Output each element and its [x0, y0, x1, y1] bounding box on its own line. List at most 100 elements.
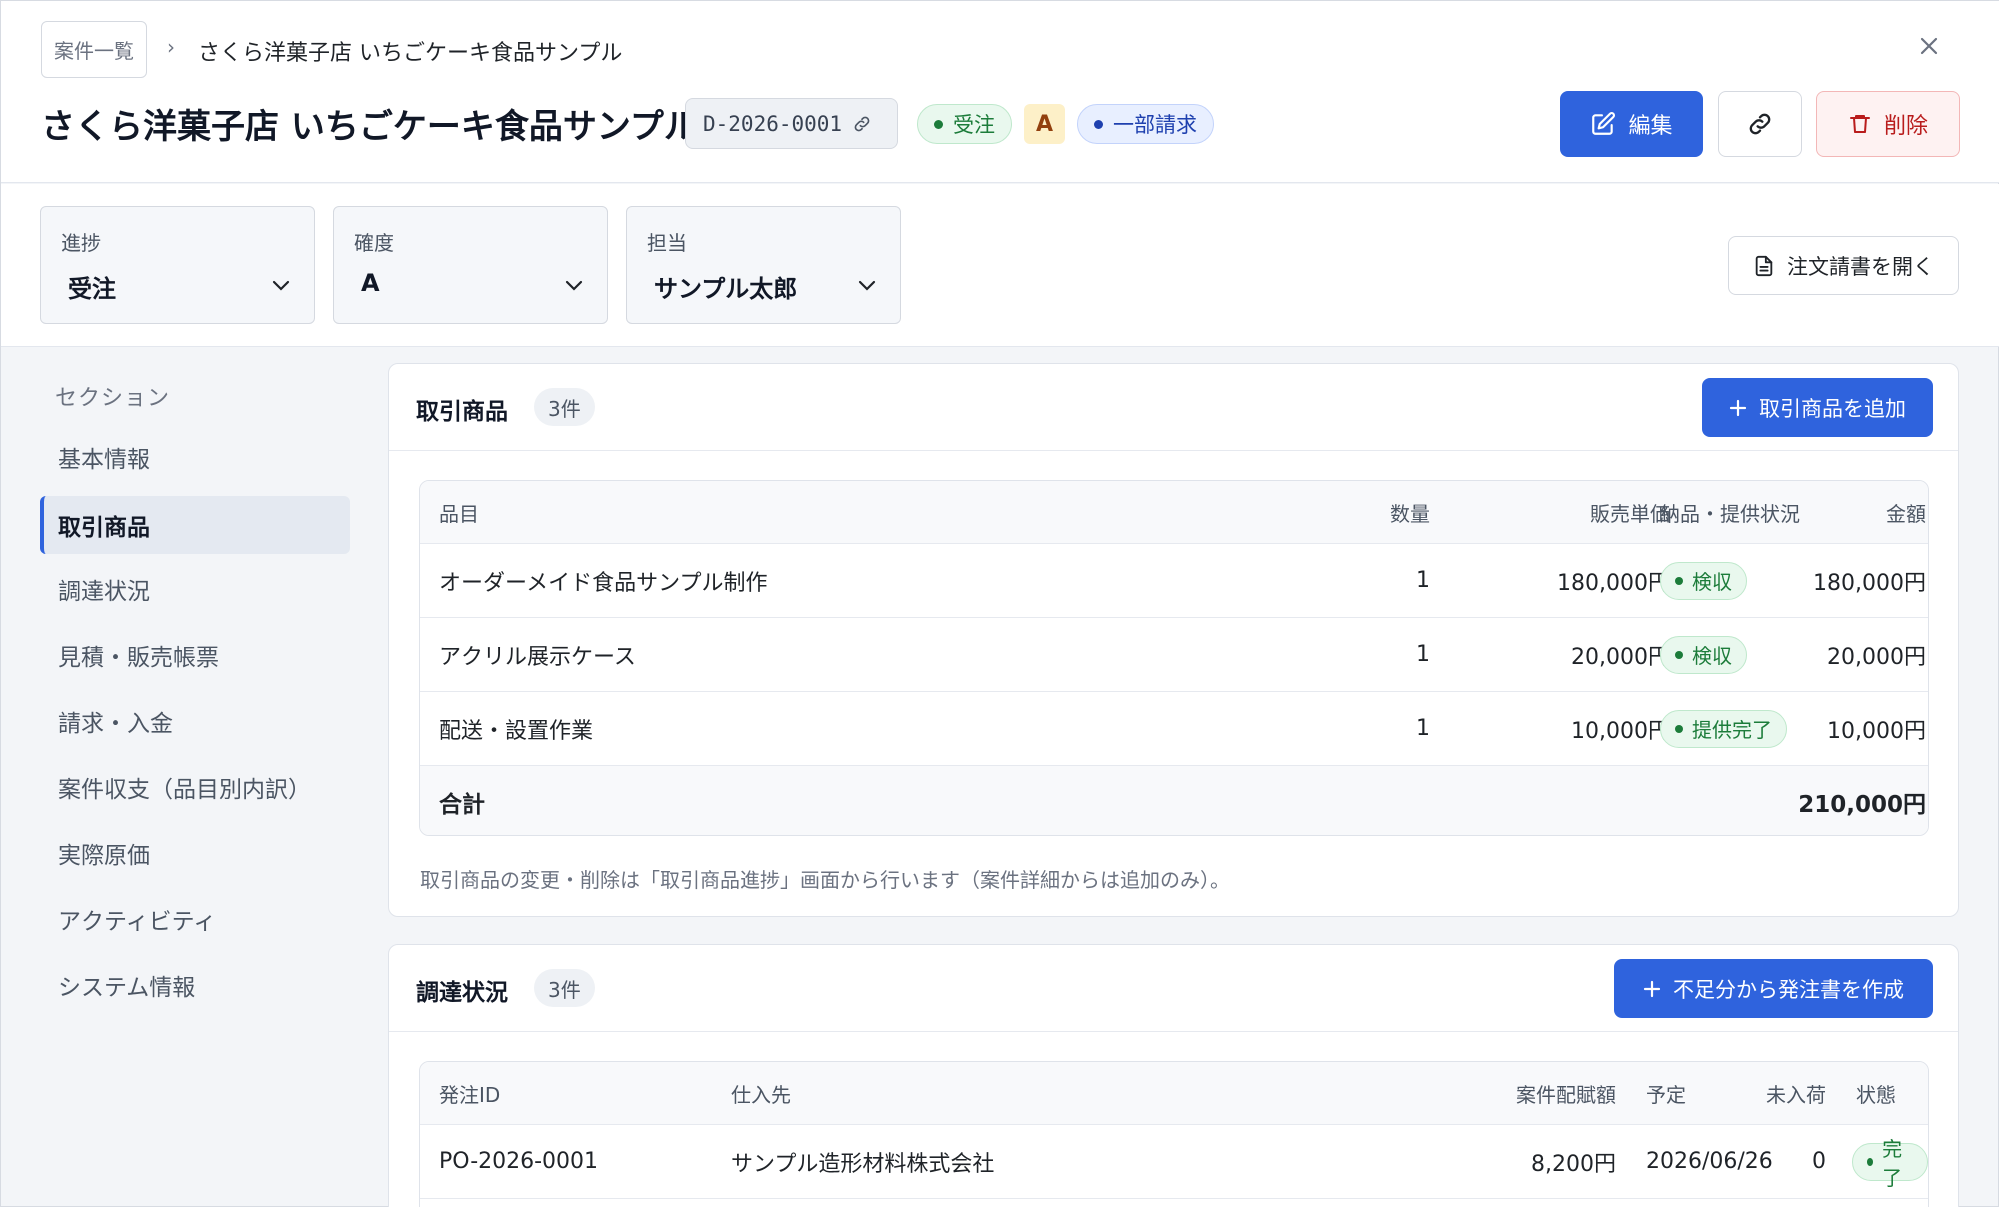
column-header-state: 状態 [1856, 1082, 1896, 1107]
certainty-select[interactable]: 確度 A [333, 206, 608, 324]
sidebar-item-profit[interactable]: 案件収支（品目別内訳） [40, 758, 350, 816]
breadcrumb-separator: › [167, 35, 175, 59]
sidebar-item-basic-info[interactable]: 基本情報 [40, 428, 350, 486]
open-order-confirmation-button[interactable]: 注文請書を開く [1728, 236, 1959, 295]
plus-icon [1643, 980, 1661, 998]
open-order-label: 注文請書を開く [1787, 254, 1934, 279]
delivery-status-cell: 検収 [1660, 544, 1747, 617]
sidebar-item-quotes[interactable]: 見積・販売帳票 [40, 626, 350, 684]
total-value: 210,000円 [1798, 791, 1926, 818]
table-row[interactable]: 配送・設置作業 1 10,000円 10,000円 提供完了 [420, 692, 1928, 766]
edit-icon [1590, 111, 1616, 137]
close-icon[interactable] [1916, 33, 1942, 59]
po-allocated: 8,200円 [1531, 1151, 1616, 1177]
procurement-title: 調達状況 [416, 980, 508, 1006]
chevron-down-icon [272, 280, 290, 292]
delivery-status-badge: 検収 [1660, 561, 1747, 600]
billing-badge-label: 一部請求 [1113, 113, 1197, 137]
delivery-status-label: 提供完了 [1692, 718, 1772, 742]
status-dot-icon [1867, 1157, 1874, 1166]
po-state-label: 完了 [1882, 1136, 1903, 1190]
column-header-supplier: 仕入先 [731, 1082, 791, 1107]
certainty-select-value: A [361, 269, 380, 297]
sidebar-item-system-info[interactable]: システム情報 [40, 956, 350, 1014]
link-icon [1746, 110, 1774, 138]
status-dot-icon [934, 119, 943, 129]
column-header-status: 納品・提供状況 [1660, 501, 1800, 526]
edit-button-label: 編集 [1628, 114, 1673, 139]
progress-select[interactable]: 進捗 受注 [40, 206, 315, 324]
delivery-status-badge: 検収 [1660, 635, 1747, 674]
chevron-down-icon [858, 280, 876, 292]
delivery-status-label: 検収 [1692, 570, 1732, 594]
create-po-label: 不足分から発注書を作成 [1673, 977, 1904, 1002]
column-header-allocated: 案件配賦額 [1516, 1082, 1616, 1107]
status-badge-label: 受注 [953, 113, 995, 137]
create-po-button[interactable]: 不足分から発注書を作成 [1614, 959, 1933, 1018]
owner-select[interactable]: 担当 サンプル太郎 [626, 206, 901, 324]
procurement-card-header: 調達状況 3件 不足分から発注書を作成 [389, 945, 1958, 1032]
delivery-status-cell: 提供完了 [1660, 692, 1787, 765]
status-badge: 受注 [917, 104, 1012, 144]
procurement-count-badge: 3件 [534, 969, 595, 1007]
sidebar-heading: セクション [55, 386, 171, 411]
section-sidebar: セクション 基本情報 取引商品 調達状況 見積・販売帳票 請求・入金 案件収支（… [1, 348, 371, 1207]
sidebar-item-products[interactable]: 取引商品 [40, 496, 350, 554]
trash-icon [1848, 112, 1872, 136]
po-state-badge: 完了 [1852, 1137, 1928, 1190]
add-product-label: 取引商品を追加 [1759, 396, 1906, 421]
po-supplier: サンプル造形材料株式会社 [731, 1151, 995, 1177]
products-title: 取引商品 [416, 399, 508, 425]
delivery-status-cell: 検収 [1660, 618, 1747, 691]
sidebar-item-actual-cost[interactable]: 実際原価 [40, 824, 350, 882]
delivery-status-badge: 提供完了 [1660, 709, 1787, 748]
rank-badge: A [1024, 104, 1065, 144]
po-state-cell: 完了 [1852, 1125, 1928, 1198]
document-icon [1753, 254, 1775, 278]
progress-select-label: 進捗 [61, 231, 101, 255]
column-header-item: 品目 [439, 501, 479, 526]
status-dot-icon [1675, 724, 1683, 733]
chevron-down-icon [565, 280, 583, 292]
progress-select-value: 受注 [68, 275, 116, 303]
owner-select-label: 担当 [647, 231, 687, 255]
status-dot-icon [1675, 650, 1683, 659]
table-row[interactable]: アクリル展示ケース 1 20,000円 20,000円 検収 [420, 618, 1928, 692]
table-row[interactable]: オーダーメイド食品サンプル制作 1 180,000円 180,000円 検収 [420, 544, 1928, 618]
deal-code: D-2026-0001 [703, 111, 843, 136]
delete-button-label: 削除 [1883, 114, 1928, 139]
deal-code-chip[interactable]: D-2026-0001 [685, 98, 898, 149]
procurement-card: 調達状況 3件 不足分から発注書を作成 発注ID 仕入先 案件配賦額 予定 未入… [388, 944, 1959, 1207]
deal-detail-panel: 案件一覧 › さくら洋菓子店 いちごケーキ食品サンプル さくら洋菓子店 いちごケ… [0, 0, 1999, 1207]
page-title: さくら洋菓子店 いちごケーキ食品サンプル [41, 107, 698, 147]
plus-icon [1729, 399, 1747, 417]
sidebar-item-billing[interactable]: 請求・入金 [40, 692, 350, 750]
product-name: オーダーメイド食品サンプル制作 [439, 570, 768, 596]
billing-badge: 一部請求 [1077, 104, 1214, 144]
link-icon [852, 114, 872, 134]
products-count-badge: 3件 [534, 388, 595, 426]
add-product-button[interactable]: 取引商品を追加 [1702, 378, 1933, 437]
po-id[interactable]: PO-2026-0001 [439, 1125, 598, 1198]
filter-bar: 進捗 受注 確度 A 担当 サンプル太郎 注文請書を開く [1, 184, 1999, 347]
table-header-row: 品目 数量 販売単価 金額 納品・提供状況 [420, 481, 1928, 544]
product-name: 配送・設置作業 [439, 718, 594, 744]
procurement-table: 発注ID 仕入先 案件配賦額 予定 未入荷 状態 PO-2026-0001 サン… [419, 1061, 1929, 1207]
edit-button[interactable]: 編集 [1560, 91, 1703, 157]
column-header-po-id: 発注ID [439, 1082, 501, 1107]
table-total-row: 合計 210,000円 [420, 766, 1928, 835]
copy-link-button[interactable] [1718, 91, 1802, 157]
product-name: アクリル展示ケース [439, 644, 636, 670]
breadcrumb-parent-link[interactable]: 案件一覧 [41, 21, 147, 78]
table-row[interactable]: PO-2026-0001 サンプル造形材料株式会社 8,200円 2026/06… [420, 1125, 1928, 1199]
delete-button[interactable]: 削除 [1816, 91, 1960, 157]
po-pending: 0 [1812, 1149, 1826, 1174]
table-header-row: 発注ID 仕入先 案件配賦額 予定 未入荷 状態 [420, 1062, 1928, 1125]
breadcrumb-current: さくら洋菓子店 いちごケーキ食品サンプル [198, 41, 623, 66]
column-header-scheduled: 予定 [1646, 1082, 1686, 1107]
products-note: 取引商品の変更・削除は「取引商品進捗」画面から行います（案件詳細からは追加のみ）… [420, 868, 1230, 892]
sidebar-item-activity[interactable]: アクティビティ [40, 890, 350, 948]
certainty-select-label: 確度 [354, 231, 394, 255]
products-card-header: 取引商品 3件 取引商品を追加 [389, 364, 1958, 451]
sidebar-item-procurement[interactable]: 調達状況 [40, 560, 350, 618]
